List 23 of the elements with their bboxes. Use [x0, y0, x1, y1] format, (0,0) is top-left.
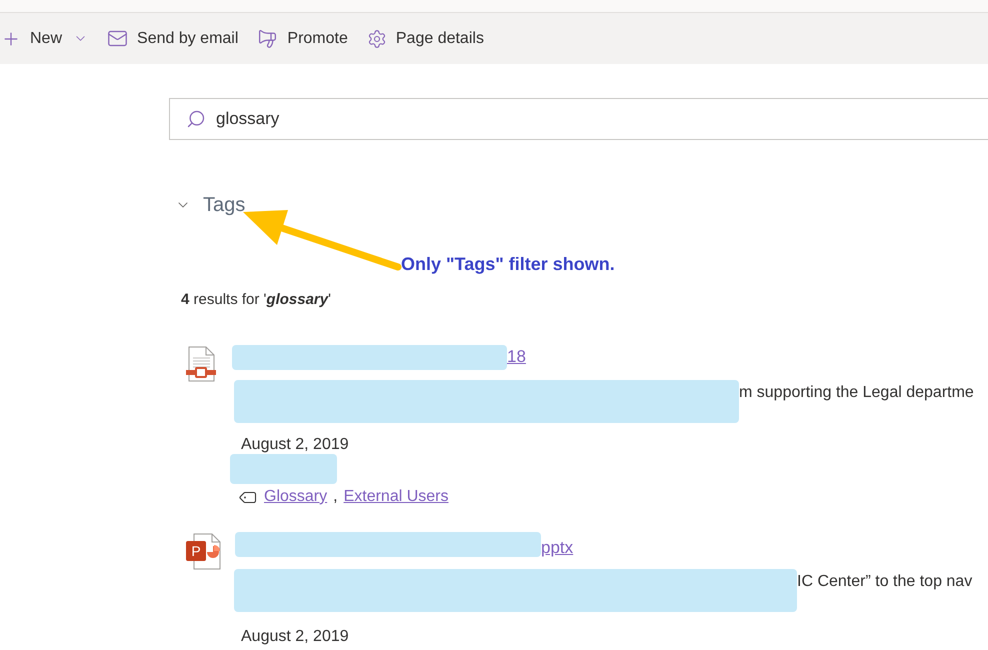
- results-summary: 4 results for 'glossary': [181, 290, 331, 310]
- megaphone-icon: [257, 28, 278, 49]
- file-type-badge: P: [186, 541, 206, 561]
- result-snippet: IC Center” to the top nav: [797, 572, 972, 592]
- settings-icon: [366, 28, 387, 48]
- tag-link[interactable]: External Users: [344, 487, 448, 507]
- result-date: August 2, 2019: [241, 435, 349, 455]
- new-button[interactable]: New: [1, 20, 88, 56]
- search-icon: [186, 109, 206, 129]
- result-snippet: m supporting the Legal departme: [739, 383, 974, 403]
- result-date: August 2, 2019: [241, 627, 349, 647]
- page-details-button[interactable]: Page details: [366, 20, 484, 56]
- annotation-text: Only "Tags" filter shown.: [401, 253, 615, 276]
- result-title-link[interactable]: pptx: [541, 538, 574, 558]
- send-email-button[interactable]: Send by email: [107, 20, 238, 56]
- search-field[interactable]: glossary: [169, 98, 988, 140]
- document-file-icon: [186, 346, 216, 383]
- tag-link[interactable]: Glossary: [264, 487, 328, 507]
- result-title-link[interactable]: 18: [507, 347, 526, 367]
- tags-filter-toggle[interactable]: Tags: [175, 192, 246, 218]
- promote-button[interactable]: Promote: [257, 20, 348, 56]
- tag-separator: ,: [333, 487, 338, 507]
- mail-icon: [107, 28, 128, 49]
